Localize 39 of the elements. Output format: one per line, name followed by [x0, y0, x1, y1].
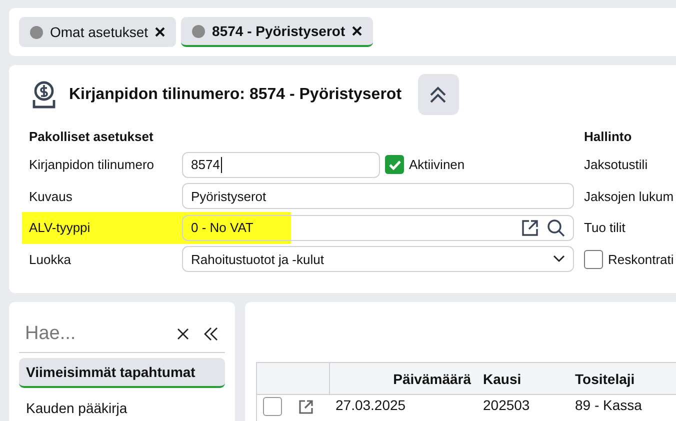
table-cell: 27.03.2025: [330, 394, 477, 421]
lookup-field[interactable]: 0 - No VAT: [182, 214, 574, 241]
sidebar-item[interactable]: Kauden pääkirja: [19, 393, 225, 421]
close-icon[interactable]: [352, 26, 362, 36]
collapse-button[interactable]: [418, 74, 459, 115]
tab[interactable]: Omat asetukset: [19, 17, 176, 47]
field-label: Tuo tilit: [584, 220, 626, 236]
dropdown[interactable]: Rahoitustuotot ja -kulut: [182, 246, 574, 272]
page-title: Kirjanpidon tilinumero: 8574 - Pyöristyserot: [69, 86, 402, 104]
sidebar-item[interactable]: Viimeisimmät tapahtumat: [19, 358, 225, 388]
table-cell: 89 - Kassa: [569, 394, 676, 421]
field-label: Jaksotustili: [584, 157, 649, 172]
close-icon[interactable]: [155, 27, 166, 37]
external-link-icon[interactable]: [298, 398, 314, 414]
chevron-down-icon: [553, 255, 565, 264]
column-header[interactable]: Kausi: [477, 362, 569, 394]
checkbox-label: Reskontrati: [608, 252, 674, 267]
search-icon[interactable]: [547, 218, 565, 237]
field-label: Kirjanpidon tilinumero: [29, 157, 156, 172]
field-label: Jaksojen lukum: [584, 188, 674, 204]
table-cell: 202503: [477, 394, 569, 421]
column-header[interactable]: Tositelaji: [569, 362, 676, 394]
checkbox[interactable]: [385, 155, 404, 174]
input-field[interactable]: Pyöristyserot: [182, 183, 574, 210]
field-label: Kuvaus: [29, 188, 74, 204]
section-heading: Pakolliset asetukset: [28, 129, 154, 146]
close-icon[interactable]: [177, 328, 189, 340]
field-label: ALV-tyyppi: [29, 220, 92, 236]
field-label: Luokka: [29, 252, 72, 267]
column-header[interactable]: Päivämäärä: [330, 362, 477, 394]
input-field[interactable]: 8574: [182, 152, 380, 178]
checkbox-label: Aktiivinen: [409, 157, 465, 172]
tab[interactable]: 8574 - Pyöristyserot: [181, 17, 374, 47]
section-heading: Hallinto: [584, 129, 633, 146]
checkbox[interactable]: [584, 250, 603, 269]
search-field[interactable]: Hae...: [19, 316, 225, 353]
external-link-icon[interactable]: [521, 218, 539, 237]
row-checkbox[interactable]: [263, 397, 282, 416]
double-chevron-left-icon[interactable]: [203, 327, 219, 341]
